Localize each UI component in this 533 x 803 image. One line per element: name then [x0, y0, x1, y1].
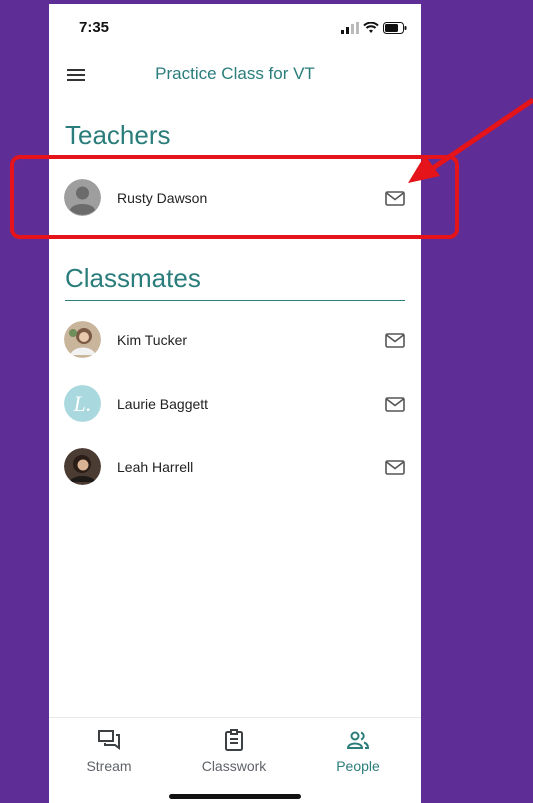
wifi-icon	[363, 22, 379, 33]
nav-stream[interactable]: Stream	[64, 728, 154, 774]
avatar: L.	[64, 385, 101, 422]
classmate-name: Kim Tucker	[117, 332, 188, 348]
classwork-icon	[225, 729, 243, 751]
mail-icon[interactable]	[385, 330, 405, 350]
profile-photo	[64, 448, 101, 485]
class-title: Practice Class for VT	[155, 64, 315, 83]
classmate-name: Leah Harrell	[117, 459, 194, 475]
avatar	[64, 321, 101, 358]
nav-classwork-label: Classwork	[201, 758, 267, 774]
people-icon	[346, 731, 370, 749]
signal-icon	[341, 22, 359, 34]
profile-photo	[64, 321, 101, 358]
battery-icon	[383, 22, 407, 34]
svg-text:L.: L.	[73, 391, 92, 416]
divider	[65, 300, 405, 301]
annotation-highlight-box	[10, 155, 459, 239]
status-time: 7:35	[79, 19, 110, 36]
classmate-row[interactable]: Kim Tucker	[49, 316, 421, 364]
nav-people-label: People	[336, 758, 380, 774]
nav-stream-label: Stream	[86, 758, 132, 774]
mail-icon[interactable]	[385, 457, 405, 477]
status-icons	[341, 22, 407, 34]
nav-classwork[interactable]: Classwork	[189, 728, 279, 774]
home-indicator	[169, 794, 301, 799]
classmates-heading: Classmates	[65, 263, 201, 293]
nav-people[interactable]: People	[313, 728, 403, 774]
phone-screen: 7:35 Practice Class for VT Teachers Rust…	[49, 4, 421, 803]
mail-icon[interactable]	[385, 394, 405, 414]
stream-icon	[98, 730, 120, 750]
classmate-name: Laurie Baggett	[117, 396, 209, 412]
bottom-nav: Stream Classwork People	[49, 717, 421, 803]
classmate-row[interactable]: Leah Harrell	[49, 443, 421, 491]
profile-monogram: L.	[64, 385, 101, 422]
teachers-heading: Teachers	[65, 120, 171, 150]
classmate-row[interactable]: L. Laurie Baggett	[49, 380, 421, 428]
avatar	[64, 448, 101, 485]
